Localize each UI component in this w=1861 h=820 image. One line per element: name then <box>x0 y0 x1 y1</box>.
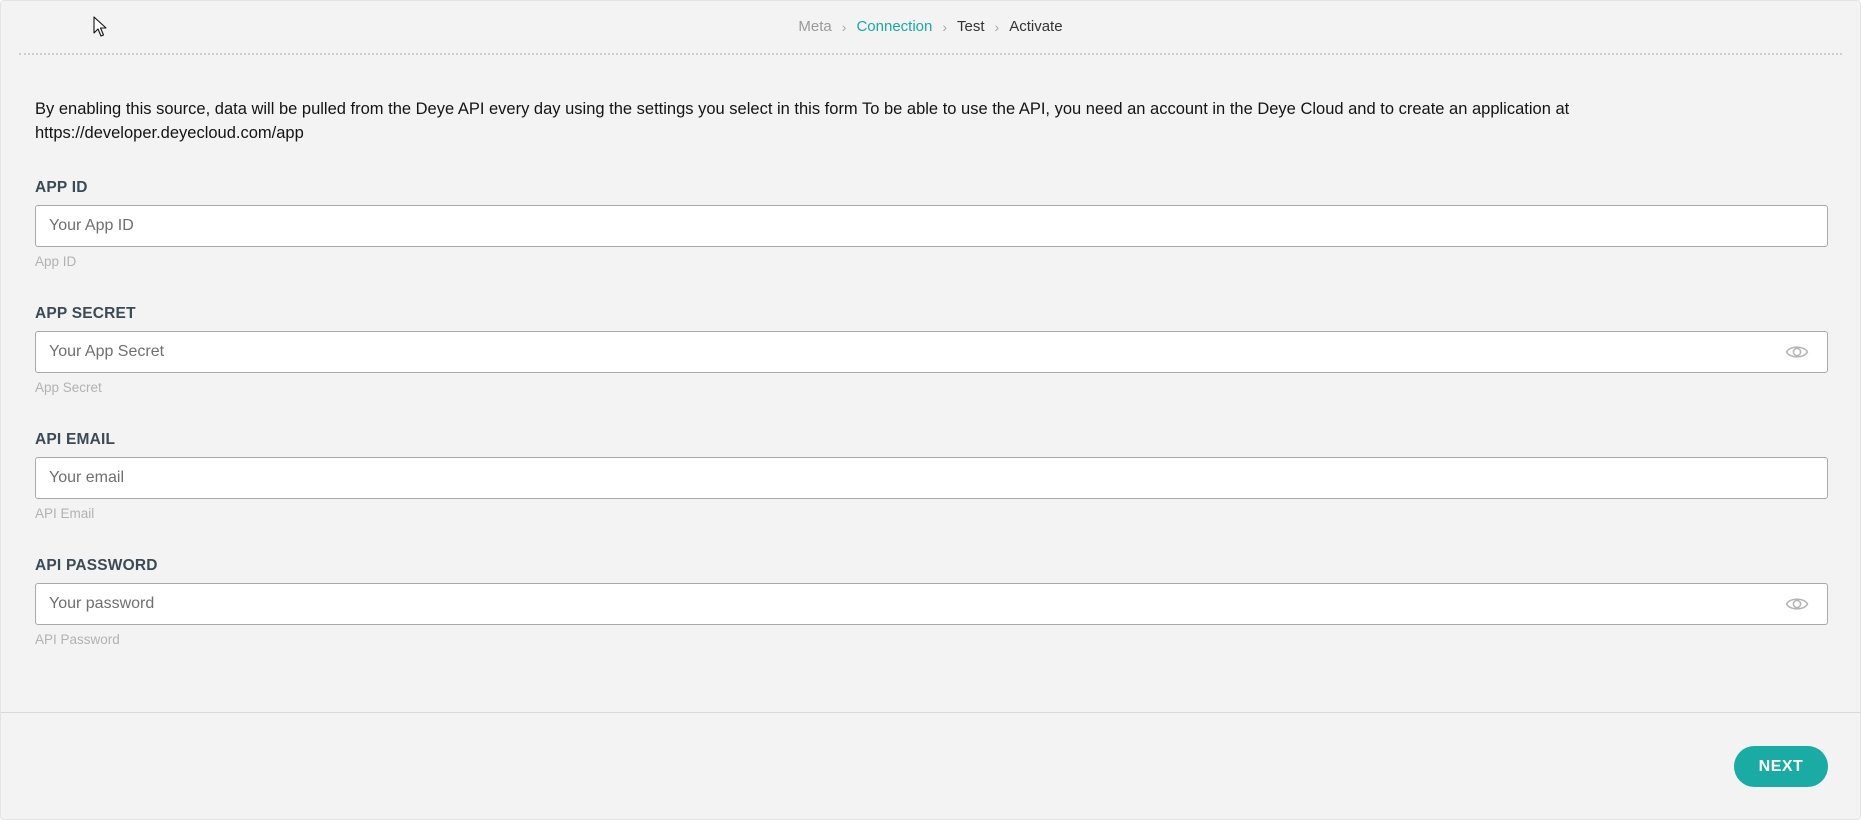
app-secret-hint: App Secret <box>35 380 102 395</box>
app-id-field-group: APP ID App ID <box>35 179 1828 269</box>
footer-divider <box>1 712 1860 713</box>
eye-icon[interactable] <box>1785 343 1809 361</box>
step-activate[interactable]: Activate <box>1009 18 1062 35</box>
app-id-input[interactable] <box>36 206 1827 246</box>
api-password-input[interactable] <box>36 584 1827 624</box>
api-password-field-group: API PASSWORD API Password <box>35 557 1828 647</box>
step-connection[interactable]: Connection <box>856 18 932 35</box>
step-separator: › <box>994 18 1000 35</box>
api-email-input-wrapper <box>35 457 1828 499</box>
app-secret-input[interactable] <box>36 332 1827 372</box>
next-button[interactable]: NEXT <box>1734 746 1828 787</box>
api-email-hint: API Email <box>35 506 95 521</box>
connection-form-panel: Meta › Connection › Test › Activate By e… <box>0 0 1861 820</box>
app-secret-field-group: APP SECRET App Secret <box>35 305 1828 395</box>
api-password-hint: API Password <box>35 632 120 647</box>
app-id-input-wrapper <box>35 205 1828 247</box>
stepper-divider <box>19 53 1842 55</box>
api-password-label: API PASSWORD <box>35 557 158 574</box>
app-secret-input-wrapper <box>35 331 1828 373</box>
step-separator: › <box>942 18 948 35</box>
app-id-hint: App ID <box>35 254 77 269</box>
intro-description: By enabling this source, data will be pu… <box>35 100 1570 142</box>
api-password-input-wrapper <box>35 583 1828 625</box>
app-secret-label: APP SECRET <box>35 305 136 322</box>
app-id-label: APP ID <box>35 179 88 196</box>
step-separator: › <box>841 18 847 35</box>
api-email-label: API EMAIL <box>35 431 116 448</box>
step-meta[interactable]: Meta <box>798 18 831 35</box>
eye-icon[interactable] <box>1785 595 1809 613</box>
wizard-stepper: Meta › Connection › Test › Activate <box>1 18 1860 35</box>
api-email-input[interactable] <box>36 458 1827 498</box>
step-test[interactable]: Test <box>957 18 985 35</box>
api-email-field-group: API EMAIL API Email <box>35 431 1828 521</box>
